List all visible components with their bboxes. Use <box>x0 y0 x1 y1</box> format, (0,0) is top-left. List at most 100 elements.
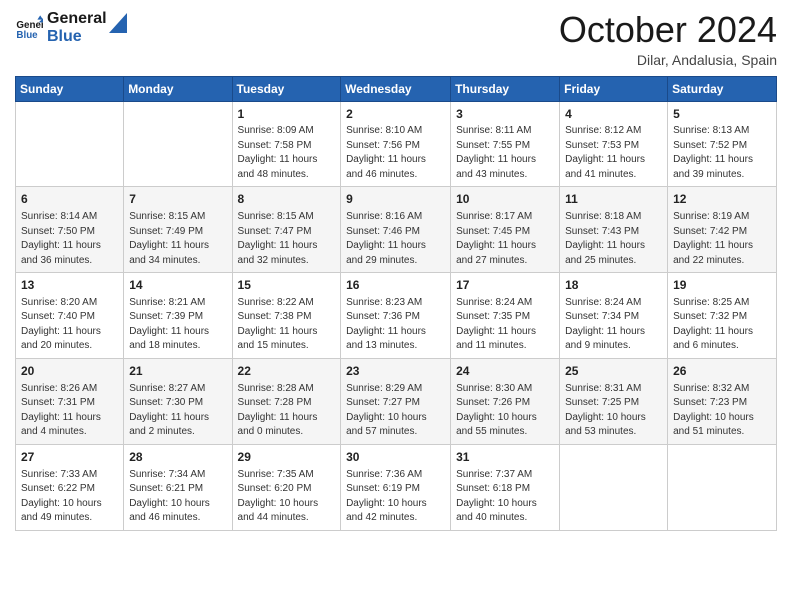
calendar-cell: 27 Sunrise: 7:33 AM Sunset: 6:22 PM Dayli… <box>16 444 124 530</box>
day-number: 9 <box>346 191 445 208</box>
day-info: Sunrise: 7:33 AM Sunset: 6:22 PM Dayligh… <box>21 468 118 526</box>
day-number: 10 <box>456 191 554 208</box>
calendar-cell: 3Sunrise: 8:11 AM Sunset: 7:55 PM Daylig… <box>451 101 560 187</box>
calendar-cell: 14Sunrise: 8:21 AM Sunset: 7:39 PM Dayli… <box>124 273 232 359</box>
day-info: Sunrise: 8:29 AM Sunset: 7:27 PM Dayligh… <box>346 382 445 440</box>
calendar-week-row: 27 Sunrise: 7:33 AM Sunset: 6:22 PM Dayli… <box>16 444 777 530</box>
day-info: Sunrise: 7:34 AM Sunset: 6:21 PM Dayligh… <box>129 468 226 526</box>
calendar-cell: 5Sunrise: 8:13 AM Sunset: 7:52 PM Daylig… <box>668 101 777 187</box>
day-info: Sunrise: 8:26 AM Sunset: 7:31 PM Dayligh… <box>21 382 118 440</box>
day-info: Sunrise: 8:19 AM Sunset: 7:42 PM Dayligh… <box>673 210 771 268</box>
calendar-cell: 17Sunrise: 8:24 AM Sunset: 7:35 PM Dayli… <box>451 273 560 359</box>
calendar-cell: 18 Sunrise: 8:24 AM Sunset: 7:34 PM Dayli… <box>560 273 668 359</box>
page: General Blue General Blue October 2024 D… <box>0 0 792 612</box>
day-number: 24 <box>456 363 554 380</box>
day-info: Sunrise: 7:36 AM Sunset: 6:19 PM Dayligh… <box>346 468 445 526</box>
day-number: 11 <box>565 191 662 208</box>
day-number: 23 <box>346 363 445 380</box>
calendar-week-row: 1Sunrise: 8:09 AM Sunset: 7:58 PM Daylig… <box>16 101 777 187</box>
day-info: Sunrise: 8:30 AM Sunset: 7:26 PM Dayligh… <box>456 382 554 440</box>
weekday-header-saturday: Saturday <box>668 76 777 101</box>
weekday-header-sunday: Sunday <box>16 76 124 101</box>
day-number: 2 <box>346 106 445 123</box>
day-number: 13 <box>21 277 118 294</box>
weekday-header-thursday: Thursday <box>451 76 560 101</box>
weekday-header-friday: Friday <box>560 76 668 101</box>
calendar-cell: 25Sunrise: 8:31 AM Sunset: 7:25 PM Dayli… <box>560 358 668 444</box>
calendar-cell: 23 Sunrise: 8:29 AM Sunset: 7:27 PM Dayli… <box>341 358 451 444</box>
day-number: 5 <box>673 106 771 123</box>
day-number: 7 <box>129 191 226 208</box>
day-number: 8 <box>238 191 336 208</box>
day-info: Sunrise: 8:14 AM Sunset: 7:50 PM Dayligh… <box>21 210 118 268</box>
day-number: 1 <box>238 106 336 123</box>
calendar-cell: 15 Sunrise: 8:22 AM Sunset: 7:38 PM Dayli… <box>232 273 341 359</box>
calendar-cell: 4Sunrise: 8:12 AM Sunset: 7:53 PM Daylig… <box>560 101 668 187</box>
day-number: 27 <box>21 449 118 466</box>
calendar-cell: 29 Sunrise: 7:35 AM Sunset: 6:20 PM Dayli… <box>232 444 341 530</box>
calendar-cell: 7 Sunrise: 8:15 AM Sunset: 7:49 PM Daylig… <box>124 187 232 273</box>
calendar-cell: 16 Sunrise: 8:23 AM Sunset: 7:36 PM Dayli… <box>341 273 451 359</box>
day-info: Sunrise: 8:15 AM Sunset: 7:49 PM Dayligh… <box>129 210 226 268</box>
calendar-cell: 20 Sunrise: 8:26 AM Sunset: 7:31 PM Dayli… <box>16 358 124 444</box>
day-info: Sunrise: 8:12 AM Sunset: 7:53 PM Dayligh… <box>565 124 662 182</box>
logo-triangle <box>109 13 127 33</box>
day-number: 6 <box>21 191 118 208</box>
day-number: 30 <box>346 449 445 466</box>
month-title: October 2024 <box>559 10 777 50</box>
calendar-cell: 21Sunrise: 8:27 AM Sunset: 7:30 PM Dayli… <box>124 358 232 444</box>
calendar-cell: 11 Sunrise: 8:18 AM Sunset: 7:43 PM Dayli… <box>560 187 668 273</box>
day-info: Sunrise: 8:24 AM Sunset: 7:34 PM Dayligh… <box>565 296 662 354</box>
day-info: Sunrise: 8:21 AM Sunset: 7:39 PM Dayligh… <box>129 296 226 354</box>
calendar-cell: 1Sunrise: 8:09 AM Sunset: 7:58 PM Daylig… <box>232 101 341 187</box>
day-number: 18 <box>565 277 662 294</box>
weekday-header-wednesday: Wednesday <box>341 76 451 101</box>
day-info: Sunrise: 8:15 AM Sunset: 7:47 PM Dayligh… <box>238 210 336 268</box>
calendar-cell <box>124 101 232 187</box>
day-info: Sunrise: 8:17 AM Sunset: 7:45 PM Dayligh… <box>456 210 554 268</box>
day-number: 16 <box>346 277 445 294</box>
logo-line2: Blue <box>47 28 107 46</box>
day-info: Sunrise: 8:32 AM Sunset: 7:23 PM Dayligh… <box>673 382 771 440</box>
day-info: Sunrise: 8:22 AM Sunset: 7:38 PM Dayligh… <box>238 296 336 354</box>
calendar-cell: 24 Sunrise: 8:30 AM Sunset: 7:26 PM Dayli… <box>451 358 560 444</box>
logo: General Blue General Blue <box>15 10 127 45</box>
day-info: Sunrise: 8:28 AM Sunset: 7:28 PM Dayligh… <box>238 382 336 440</box>
day-number: 28 <box>129 449 226 466</box>
day-info: Sunrise: 8:16 AM Sunset: 7:46 PM Dayligh… <box>346 210 445 268</box>
day-number: 12 <box>673 191 771 208</box>
calendar-cell: 19Sunrise: 8:25 AM Sunset: 7:32 PM Dayli… <box>668 273 777 359</box>
calendar-cell: 9 Sunrise: 8:16 AM Sunset: 7:46 PM Daylig… <box>341 187 451 273</box>
location: Dilar, Andalusia, Spain <box>559 52 777 68</box>
calendar-cell: 26Sunrise: 8:32 AM Sunset: 7:23 PM Dayli… <box>668 358 777 444</box>
day-number: 15 <box>238 277 336 294</box>
calendar-cell: 2Sunrise: 8:10 AM Sunset: 7:56 PM Daylig… <box>341 101 451 187</box>
day-number: 20 <box>21 363 118 380</box>
day-number: 17 <box>456 277 554 294</box>
day-info: Sunrise: 8:20 AM Sunset: 7:40 PM Dayligh… <box>21 296 118 354</box>
day-info: Sunrise: 8:23 AM Sunset: 7:36 PM Dayligh… <box>346 296 445 354</box>
day-info: Sunrise: 8:18 AM Sunset: 7:43 PM Dayligh… <box>565 210 662 268</box>
calendar-cell: 6 Sunrise: 8:14 AM Sunset: 7:50 PM Daylig… <box>16 187 124 273</box>
calendar-cell <box>16 101 124 187</box>
day-number: 21 <box>129 363 226 380</box>
day-number: 31 <box>456 449 554 466</box>
calendar-cell: 12 Sunrise: 8:19 AM Sunset: 7:42 PM Dayli… <box>668 187 777 273</box>
day-info: Sunrise: 8:09 AM Sunset: 7:58 PM Dayligh… <box>238 124 336 182</box>
day-info: Sunrise: 8:31 AM Sunset: 7:25 PM Dayligh… <box>565 382 662 440</box>
day-info: Sunrise: 8:13 AM Sunset: 7:52 PM Dayligh… <box>673 124 771 182</box>
day-info: Sunrise: 8:10 AM Sunset: 7:56 PM Dayligh… <box>346 124 445 182</box>
header: General Blue General Blue October 2024 D… <box>15 10 777 68</box>
calendar-week-row: 20 Sunrise: 8:26 AM Sunset: 7:31 PM Dayli… <box>16 358 777 444</box>
day-info: Sunrise: 7:35 AM Sunset: 6:20 PM Dayligh… <box>238 468 336 526</box>
calendar-cell: 22 Sunrise: 8:28 AM Sunset: 7:28 PM Dayli… <box>232 358 341 444</box>
day-number: 29 <box>238 449 336 466</box>
weekday-header-tuesday: Tuesday <box>232 76 341 101</box>
calendar-cell: 31Sunrise: 7:37 AM Sunset: 6:18 PM Dayli… <box>451 444 560 530</box>
calendar-week-row: 6 Sunrise: 8:14 AM Sunset: 7:50 PM Daylig… <box>16 187 777 273</box>
svg-text:Blue: Blue <box>16 29 38 40</box>
calendar-table: SundayMondayTuesdayWednesdayThursdayFrid… <box>15 76 777 531</box>
calendar-cell <box>668 444 777 530</box>
calendar-cell: 30 Sunrise: 7:36 AM Sunset: 6:19 PM Dayli… <box>341 444 451 530</box>
day-number: 22 <box>238 363 336 380</box>
